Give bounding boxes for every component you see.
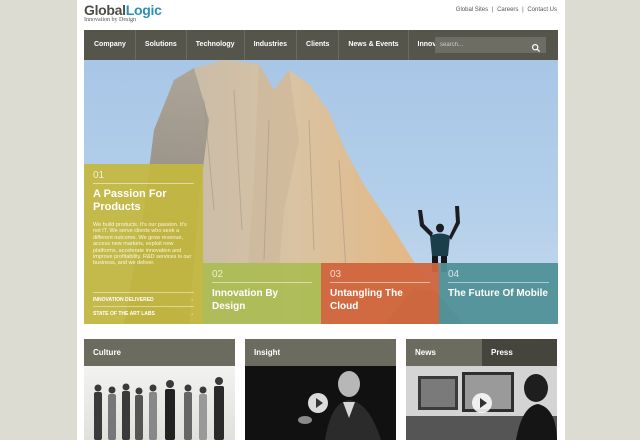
divider <box>93 183 194 184</box>
card-header: Culture <box>84 339 235 366</box>
tile-untangling-the-cloud[interactable]: 03 Untangling The Cloud <box>321 263 439 324</box>
nav-news-events[interactable]: News & Events <box>339 30 409 60</box>
tile-innovation-by-design[interactable]: 02 Innovation By Design <box>203 263 321 324</box>
search-box <box>435 37 546 53</box>
link-label: STATE OF THE ART LABS <box>93 311 155 317</box>
hero-banner: 01 A Passion For Products We build produ… <box>84 60 558 324</box>
nav-industries[interactable]: Industries <box>245 30 298 60</box>
link-label: INNOVATION DELIVERED <box>93 297 154 303</box>
insight-video-thumbnail <box>245 366 396 440</box>
tile-number: 02 <box>212 269 224 280</box>
page: GlobalLogic Innovation by Design Global … <box>77 0 565 440</box>
separator: | <box>491 7 494 13</box>
news-press-card: News Press <box>406 339 557 440</box>
nav-company[interactable]: Company <box>84 30 136 60</box>
arrow-right-icon: → <box>189 297 194 303</box>
search-icon[interactable] <box>531 40 541 53</box>
passion-panel: 01 A Passion For Products We build produ… <box>84 164 203 324</box>
card-header: News Press <box>406 339 557 366</box>
nav-clients[interactable]: Clients <box>297 30 340 60</box>
divider <box>330 282 430 283</box>
search-input[interactable] <box>435 42 531 48</box>
tile-title: Innovation By Design <box>212 288 279 312</box>
tile-title: The Future Of Mobile <box>448 288 548 299</box>
tile-future-of-mobile[interactable]: 04 The Future Of Mobile <box>439 263 558 324</box>
logo-logic: Logic <box>125 2 162 18</box>
panel-number: 01 <box>93 170 105 181</box>
insight-card[interactable]: Insight <box>245 339 396 440</box>
top-links: Global Sites | Careers | Contact Us <box>455 7 558 13</box>
innovation-delivered-link[interactable]: INNOVATION DELIVERED → <box>93 292 194 303</box>
tile-number: 04 <box>448 269 460 280</box>
culture-card[interactable]: Culture <box>84 339 235 440</box>
arrow-right-icon: → <box>189 311 194 317</box>
divider <box>448 282 549 283</box>
nav-technology[interactable]: Technology <box>187 30 245 60</box>
play-icon[interactable] <box>472 393 492 413</box>
tile-title: Untangling The Cloud <box>330 288 403 312</box>
state-of-the-art-labs-link[interactable]: STATE OF THE ART LABS → <box>93 306 194 317</box>
tile-number: 03 <box>330 269 342 280</box>
logo-global: Global <box>84 2 126 18</box>
separator: | <box>522 7 524 13</box>
global-sites-link[interactable]: Global Sites <box>455 7 489 13</box>
main-nav: Company Solutions Technology Industries … <box>84 30 558 60</box>
culture-photo <box>84 366 235 440</box>
tab-press[interactable]: Press <box>482 339 557 366</box>
card-header: Insight <box>245 339 396 366</box>
contact-us-link[interactable]: Contact Us <box>526 7 558 13</box>
divider <box>212 282 312 283</box>
play-icon[interactable] <box>308 393 328 413</box>
tab-news[interactable]: News <box>406 339 482 366</box>
news-video-thumbnail <box>406 366 557 440</box>
nav-solutions[interactable]: Solutions <box>136 30 187 60</box>
logo-wordmark: GlobalLogic <box>84 3 162 18</box>
globallogic-logo[interactable]: GlobalLogic Innovation by Design <box>84 3 162 24</box>
panel-title: A Passion For Products <box>93 188 167 213</box>
careers-link[interactable]: Careers <box>496 7 519 13</box>
panel-body: We build products. It's our passion. It'… <box>93 222 192 267</box>
